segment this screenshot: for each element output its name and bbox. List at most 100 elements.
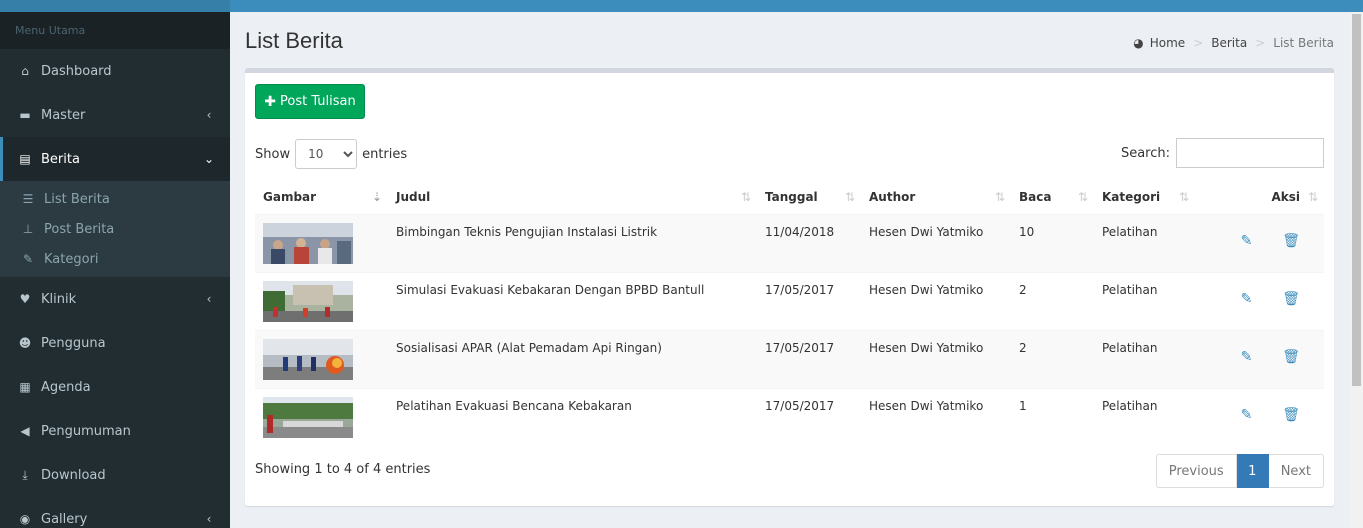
page-scrollbar[interactable] [1350,12,1363,528]
column-label: Kategori [1102,189,1161,204]
column-label: Aksi [1271,189,1300,204]
cell-aksi: ✎ 🗑 [1195,329,1324,388]
next-button[interactable]: Next [1268,454,1324,488]
list-box: ✚ Post Tulisan Show 10 entries Search: G… [245,68,1334,506]
delete-trash-icon[interactable]: 🗑 [1282,233,1300,249]
submenu-item-label: Kategori [44,251,99,267]
sidebar-topbar [0,0,230,12]
sidebar-item-dashboard[interactable]: ⌂ Dashboard [0,49,230,93]
dashboard-icon: ◕ [1133,36,1144,50]
column-header-kategori[interactable]: Kategori ⇅ [1094,180,1195,215]
cell-kategori: Pelatihan [1094,387,1195,446]
sidebar-item-berita[interactable]: ▤ Berita ⌄ [0,137,230,181]
cell-kategori: Pelatihan [1094,271,1195,330]
berita-submenu: ☰ List Berita ⊥ Post Berita ✎ Kategori [0,181,230,277]
chevron-left-icon: ‹ [206,108,212,122]
sort-icon: ⇅ [844,190,855,204]
cell-gambar [255,329,388,388]
breadcrumb: ◕ Home > Berita > List Berita [1133,36,1334,50]
home-icon: ⌂ [21,64,29,78]
sidebar-item-download[interactable]: ⤓ Download [0,453,230,497]
edit-pencil-icon[interactable]: ✎ [1241,291,1253,307]
menu-header: Menu Utama [0,12,230,49]
column-label: Judul [396,189,431,204]
sidebar: Menu Utama ⌂ Dashboard ▬ Master ‹ ▤ Beri… [0,0,230,528]
breadcrumb-separator: > [1255,36,1266,50]
delete-trash-icon[interactable]: 🗑 [1282,349,1300,365]
download-icon: ⤓ [22,467,28,482]
table-row: Pelatihan Evakuasi Bencana Kebakaran 17/… [255,387,1324,446]
cell-author: Hesen Dwi Yatmiko [861,387,1011,446]
page-length-select[interactable]: 10 [295,139,358,169]
sidebar-item-label: Berita [41,151,80,167]
sidebar-item-master[interactable]: ▬ Master ‹ [0,93,230,137]
heartbeat-icon: ♥ [19,292,31,306]
page-1-button[interactable]: 1 [1236,454,1269,488]
edit-pencil-icon[interactable]: ✎ [1241,407,1253,423]
submenu-item-list-berita[interactable]: ☰ List Berita [0,184,230,214]
sidebar-item-pengumuman[interactable]: ◀ Pengumuman [0,409,230,453]
breadcrumb-berita[interactable]: Berita [1211,36,1247,50]
table-row: Sosialisasi APAR (Alat Pemadam Api Ringa… [255,329,1324,388]
edit-pencil-icon[interactable]: ✎ [1241,233,1253,249]
sidebar-item-label: Dashboard [41,63,112,79]
list-icon: ☰ [22,192,34,206]
sidebar-item-label: Klinik [41,291,77,307]
submenu-item-kategori[interactable]: ✎ Kategori [0,244,230,274]
page-length-control: Show 10 entries [255,139,407,169]
cell-tanggal: 17/05/2017 [757,271,861,330]
cell-judul: Bimbingan Teknis Pengujian Instalasi Lis… [388,213,757,272]
column-header-baca[interactable]: Baca ⇅ [1011,180,1094,215]
delete-trash-icon[interactable]: 🗑 [1282,291,1300,307]
sidebar-item-label: Agenda [41,379,91,395]
cell-aksi: ✎ 🗑 [1195,271,1324,330]
entries-label: entries [362,146,408,162]
camera-icon: ◉ [19,512,31,526]
news-thumbnail[interactable] [263,338,353,380]
sidebar-item-pengguna[interactable]: ☻ Pengguna [0,321,230,365]
scrollbar-thumb[interactable] [1352,14,1361,386]
cell-baca: 2 [1011,329,1094,388]
column-header-tanggal[interactable]: Tanggal ⇅ [757,180,861,215]
cell-tanggal: 17/05/2017 [757,329,861,388]
users-icon: ☻ [18,336,32,350]
sidebar-item-label: Pengguna [41,335,106,351]
pin-icon: ⊥ [22,222,34,236]
column-label: Tanggal [765,189,818,204]
pagination: Previous 1 Next [1155,454,1324,488]
show-label: Show [255,146,291,162]
sidebar-item-label: Master [41,107,86,123]
submenu-item-post-berita[interactable]: ⊥ Post Berita [0,214,230,244]
sidebar-item-label: Pengumuman [41,423,131,439]
previous-button[interactable]: Previous [1155,454,1237,488]
cell-baca: 1 [1011,387,1094,446]
table-row: Bimbingan Teknis Pengujian Instalasi Lis… [255,213,1324,272]
column-header-author[interactable]: Author ⇅ [861,180,1011,215]
news-thumbnail[interactable] [263,396,353,438]
breadcrumb-separator: > [1193,36,1204,50]
sidebar-item-agenda[interactable]: ▦ Agenda [0,365,230,409]
column-header-aksi[interactable]: Aksi ⇅ [1195,180,1324,215]
sort-icon: ⇅ [1178,190,1189,204]
search-input[interactable] [1176,138,1324,168]
edit-pencil-icon[interactable]: ✎ [1241,349,1253,365]
sidebar-item-gallery[interactable]: ◉ Gallery ‹ [0,497,230,528]
column-header-gambar[interactable]: Gambar ⇣ [255,180,388,215]
calendar-icon: ▦ [19,380,31,394]
post-tulisan-button[interactable]: ✚ Post Tulisan [255,84,365,119]
cell-kategori: Pelatihan [1094,329,1195,388]
column-header-judul[interactable]: Judul ⇅ [388,180,757,215]
submenu-item-label: List Berita [44,191,110,207]
content-wrapper: List Berita ◕ Home > Berita > List Berit… [230,12,1350,528]
sort-icon: ⇅ [1077,190,1088,204]
sort-icon: ⇅ [1307,190,1318,204]
newspaper-icon: ▤ [19,152,31,166]
cell-gambar [255,387,388,446]
news-thumbnail[interactable] [263,222,353,264]
chevron-left-icon: ‹ [206,512,212,526]
news-thumbnail[interactable] [263,280,353,322]
breadcrumb-home[interactable]: Home [1150,36,1185,50]
sidebar-item-klinik[interactable]: ♥ Klinik ‹ [0,277,230,321]
delete-trash-icon[interactable]: 🗑 [1282,407,1300,423]
table-header-row: Gambar ⇣ Judul ⇅ Tanggal ⇅ Author ⇅ Baca ⇅ Ka… [255,180,1324,215]
